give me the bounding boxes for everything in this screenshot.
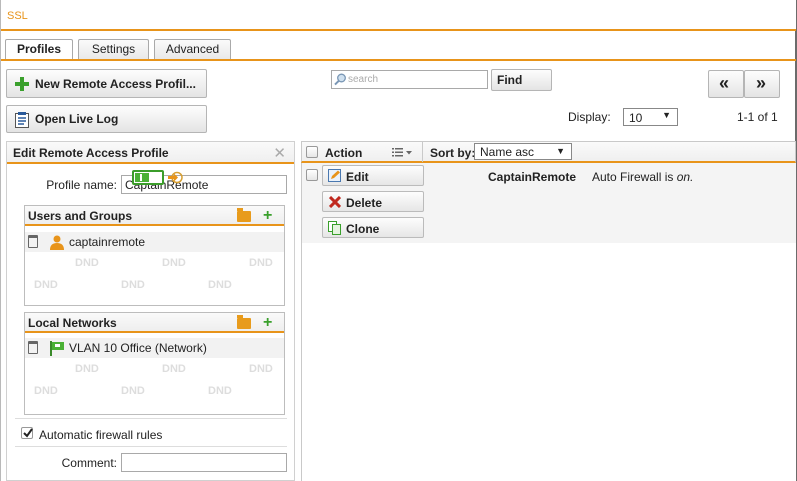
- comment-input[interactable]: [121, 453, 287, 472]
- plus-icon: [15, 77, 29, 91]
- tab-settings[interactable]: Settings: [78, 39, 149, 60]
- sort-by-label: Sort by:: [430, 146, 476, 160]
- clone-button[interactable]: Clone: [322, 217, 424, 238]
- find-label: Find: [497, 73, 523, 87]
- users-and-groups-box: Users and Groups + captainremote DND DND…: [24, 205, 285, 306]
- dnd-watermark: DND: [121, 279, 145, 291]
- delete-icon: [329, 196, 341, 208]
- trash-icon[interactable]: [28, 341, 38, 354]
- pagination-info: 1-1 of 1: [737, 110, 778, 124]
- dnd-watermark: DND: [75, 257, 99, 269]
- select-all-checkbox[interactable]: [306, 146, 318, 158]
- display-count-select[interactable]: 10 ▼: [623, 108, 678, 126]
- profile-name: CaptainRemote: [488, 170, 577, 184]
- firewall-status-prefix: Auto Firewall is: [592, 170, 677, 184]
- user-label: captainremote: [69, 235, 146, 249]
- enable-toggle[interactable]: [132, 170, 164, 185]
- column-menu-icon[interactable]: [392, 147, 414, 158]
- user-icon: [50, 235, 64, 250]
- local-networks-box: Local Networks + VLAN 10 Office (Network…: [24, 312, 285, 415]
- find-button[interactable]: Find: [491, 69, 552, 91]
- log-icon: [15, 112, 29, 128]
- delete-button[interactable]: Delete: [322, 191, 424, 212]
- local-networks-title: Local Networks: [28, 316, 117, 330]
- title-bar: SSL: [1, 0, 796, 31]
- grid-header: Action Sort by: Name asc ▼: [301, 141, 796, 163]
- clone-label: Clone: [346, 222, 380, 236]
- dnd-watermark: DND: [162, 257, 186, 269]
- profile-name-label: Profile name:: [46, 178, 117, 192]
- local-networks-header: Local Networks +: [25, 313, 284, 333]
- edit-button[interactable]: Edit: [322, 165, 424, 186]
- divider: [15, 418, 287, 419]
- divider: [15, 446, 287, 447]
- edit-panel-header: Edit Remote Access Profile ✕: [7, 142, 294, 164]
- open-live-log-button[interactable]: Open Live Log: [6, 105, 207, 133]
- new-profile-label: New Remote Access Profil...: [35, 77, 196, 91]
- tab-advanced[interactable]: Advanced: [154, 39, 231, 60]
- folder-icon[interactable]: [237, 208, 251, 222]
- edit-label: Edit: [346, 170, 369, 184]
- chevron-down-icon: ▼: [556, 146, 565, 156]
- action-column-header: Action: [325, 146, 363, 160]
- sort-value: Name asc: [480, 145, 535, 159]
- network-label: VLAN 10 Office (Network): [69, 341, 207, 355]
- column-divider: [422, 142, 423, 162]
- dnd-watermark: DND: [34, 279, 58, 291]
- row-checkbox[interactable]: [306, 169, 318, 181]
- tab-divider: [1, 59, 796, 61]
- comment-label: Comment:: [61, 456, 117, 470]
- network-icon: [50, 341, 64, 356]
- display-label: Display:: [568, 110, 611, 124]
- open-live-log-label: Open Live Log: [35, 112, 119, 126]
- app-window: SSL Profiles Settings Advanced New Remot…: [0, 0, 797, 481]
- firewall-status-value: on: [676, 170, 691, 184]
- dnd-watermark: DND: [208, 279, 232, 291]
- folder-icon[interactable]: [237, 315, 251, 329]
- display-count-value: 10: [629, 111, 643, 125]
- tab-profiles[interactable]: Profiles: [5, 39, 73, 61]
- close-icon[interactable]: ✕: [273, 144, 286, 162]
- next-page-icon: »: [756, 73, 767, 93]
- auto-firewall-label: Automatic firewall rules: [39, 428, 163, 442]
- firewall-status-suffix: .: [690, 170, 694, 184]
- dnd-watermark: DND: [208, 385, 232, 397]
- edit-icon: [328, 169, 341, 182]
- edit-panel-title: Edit Remote Access Profile: [13, 146, 169, 160]
- delete-label: Delete: [346, 196, 383, 210]
- search-input[interactable]: search: [331, 70, 488, 89]
- list-item[interactable]: captainremote: [25, 232, 284, 252]
- dnd-watermark: DND: [249, 363, 273, 375]
- dnd-watermark: DND: [249, 257, 273, 269]
- add-icon[interactable]: +: [263, 314, 272, 332]
- previous-page-button[interactable]: «: [708, 70, 744, 98]
- users-and-groups-header: Users and Groups +: [25, 206, 284, 226]
- connection-arrow-icon: [168, 171, 183, 184]
- chevron-down-icon: ▼: [662, 110, 671, 120]
- sort-select[interactable]: Name asc ▼: [474, 143, 572, 160]
- clone-icon: [328, 221, 341, 235]
- auto-firewall-checkbox[interactable]: [21, 427, 33, 439]
- trash-icon[interactable]: [28, 235, 38, 248]
- next-page-button[interactable]: »: [744, 70, 780, 98]
- search-icon: [334, 73, 346, 86]
- checkmark-icon: [23, 428, 33, 438]
- new-remote-access-profile-button[interactable]: New Remote Access Profil...: [6, 69, 207, 98]
- window-title: SSL: [7, 10, 28, 22]
- add-icon[interactable]: +: [263, 207, 272, 225]
- dnd-watermark: DND: [121, 385, 145, 397]
- list-item[interactable]: VLAN 10 Office (Network): [25, 338, 284, 358]
- dnd-watermark: DND: [34, 385, 58, 397]
- grid-body: Edit Delete Clone: [301, 163, 796, 481]
- users-and-groups-title: Users and Groups: [28, 209, 133, 223]
- dnd-watermark: DND: [75, 363, 99, 375]
- firewall-status: Auto Firewall is on.: [592, 170, 693, 184]
- dnd-watermark: DND: [162, 363, 186, 375]
- search-placeholder: search: [348, 74, 379, 85]
- previous-page-icon: «: [719, 73, 730, 93]
